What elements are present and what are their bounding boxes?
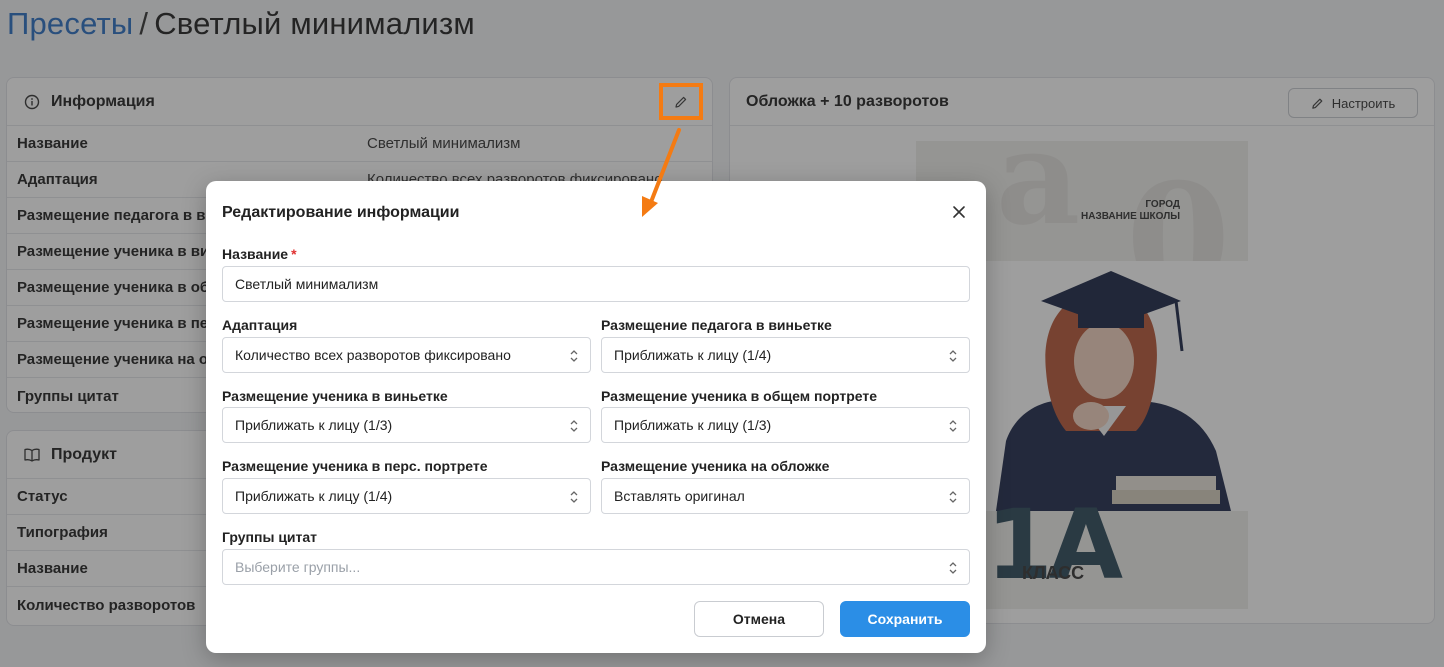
student-group-select[interactable]: Приближать к лицу (1/3) bbox=[601, 407, 970, 443]
name-input[interactable]: Светлый минимализм bbox=[222, 266, 970, 302]
highlight-annotation bbox=[659, 83, 703, 120]
required-mark: * bbox=[291, 246, 297, 262]
teacher-vignette-label: Размещение педагога в виньетке bbox=[601, 317, 832, 333]
name-label: Название * bbox=[222, 246, 297, 262]
student-personal-label: Размещение ученика в перс. портрете bbox=[222, 458, 488, 474]
teacher-vignette-select[interactable]: Приближать к лицу (1/4) bbox=[601, 337, 970, 373]
student-vignette-select[interactable]: Приближать к лицу (1/3) bbox=[222, 407, 591, 443]
student-vignette-value: Приближать к лицу (1/3) bbox=[235, 417, 393, 433]
chevron-updown-icon bbox=[570, 420, 578, 432]
chevron-updown-icon bbox=[949, 350, 957, 362]
dialog-title: Редактирование информации bbox=[222, 204, 460, 221]
teacher-vignette-value: Приближать к лицу (1/4) bbox=[614, 347, 772, 363]
edit-info-dialog: Редактирование информации Название * Свет… bbox=[206, 181, 986, 653]
close-icon bbox=[953, 206, 965, 218]
student-personal-select[interactable]: Приближать к лицу (1/4) bbox=[222, 478, 591, 514]
quote-groups-label: Группы цитат bbox=[222, 529, 318, 545]
chevron-updown-icon bbox=[949, 491, 957, 503]
student-cover-value: Вставлять оригинал bbox=[614, 488, 745, 504]
chevron-updown-icon bbox=[570, 491, 578, 503]
student-group-value: Приближать к лицу (1/3) bbox=[614, 417, 772, 433]
student-group-label: Размещение ученика в общем портрете bbox=[601, 388, 878, 404]
chevron-updown-icon bbox=[570, 350, 578, 362]
chevron-updown-icon bbox=[949, 420, 957, 432]
student-vignette-label: Размещение ученика в виньетке bbox=[222, 388, 448, 404]
adaptation-select-value: Количество всех разворотов фиксировано bbox=[235, 347, 511, 363]
name-label-text: Название bbox=[222, 246, 289, 262]
chevron-updown-icon bbox=[949, 562, 957, 574]
cancel-button[interactable]: Отмена bbox=[694, 601, 824, 637]
student-cover-label: Размещение ученика на обложке bbox=[601, 458, 830, 474]
student-personal-value: Приближать к лицу (1/4) bbox=[235, 488, 393, 504]
adaptation-label: Адаптация bbox=[222, 317, 298, 333]
adaptation-select[interactable]: Количество всех разворотов фиксировано bbox=[222, 337, 591, 373]
close-button[interactable] bbox=[948, 201, 970, 223]
student-cover-select[interactable]: Вставлять оригинал bbox=[601, 478, 970, 514]
quote-groups-select[interactable]: Выберите группы... bbox=[222, 549, 970, 585]
save-button[interactable]: Сохранить bbox=[840, 601, 970, 637]
quote-groups-placeholder: Выберите группы... bbox=[235, 559, 361, 575]
name-input-value: Светлый минимализм bbox=[235, 276, 379, 292]
